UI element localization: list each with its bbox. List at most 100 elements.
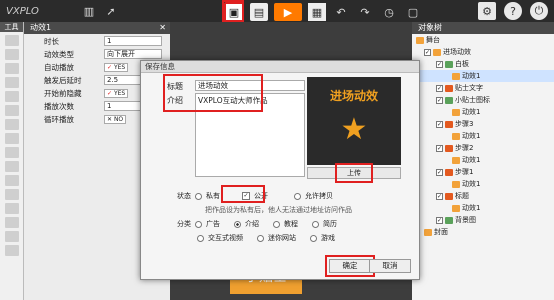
category-radio[interactable]: [234, 220, 241, 228]
image-icon: [445, 96, 453, 104]
tree-node[interactable]: 舞台: [412, 34, 554, 46]
app-logo: VXPLO: [6, 5, 39, 17]
category-row-1: 分类 广告 介绍 教程 简历: [177, 220, 337, 228]
dialog-title: 保存信息: [141, 61, 419, 73]
category-row-2: 交互式视频 迷你网站 游戏: [197, 233, 335, 243]
hide-before-toggle[interactable]: ✓ YES: [104, 88, 129, 98]
cover-preview: 进场动效 ★: [307, 77, 401, 165]
allow-copy-radio[interactable]: [294, 192, 301, 200]
tree-node[interactable]: 动效1: [412, 154, 554, 166]
tree-node[interactable]: 动效1: [412, 178, 554, 190]
top-toolbar: VXPLO ▥ ➚ ▣ ▤ ▶ ▦ ↶ ↷ ◷ ▢ ⚙ ? ⏻: [0, 0, 554, 22]
prop-row-duration: 时长 1: [24, 35, 170, 47]
category-radio[interactable]: [312, 220, 319, 228]
folder-icon: [416, 36, 424, 44]
category-radio[interactable]: [257, 234, 264, 242]
shape-tool-icon[interactable]: [4, 63, 19, 74]
tree-node[interactable]: ✓ 步骤1: [412, 166, 554, 178]
camera-tool-icon[interactable]: [4, 203, 19, 214]
image-tool-icon[interactable]: [4, 49, 19, 60]
category-radio[interactable]: [310, 234, 317, 242]
grab-tool-icon[interactable]: [4, 245, 19, 256]
grid-tool-icon[interactable]: [4, 147, 19, 158]
text-icon: [445, 192, 453, 200]
checkbox-icon[interactable]: ✓: [436, 84, 443, 92]
tree-node[interactable]: 动效1: [412, 106, 554, 118]
tree-node[interactable]: 动效1: [412, 130, 554, 142]
layer-tool-icon[interactable]: [4, 189, 19, 200]
tree-node[interactable]: ✓ 进场动效: [412, 46, 554, 58]
settings-icon[interactable]: ⚙: [478, 2, 496, 20]
link-tool-icon[interactable]: [4, 119, 19, 130]
tree-node[interactable]: ✓ 步骤2: [412, 142, 554, 154]
duration-input[interactable]: 1: [104, 36, 162, 46]
tools-panel: 工具: [0, 22, 24, 300]
chart-tool-icon[interactable]: [4, 161, 19, 172]
tree-node[interactable]: ✓ 步骤3: [412, 118, 554, 130]
highlight-box: [325, 255, 375, 277]
history-icon[interactable]: ◷: [380, 3, 398, 21]
help-icon[interactable]: ?: [504, 2, 522, 20]
category-radio[interactable]: [197, 234, 204, 242]
checkbox-icon[interactable]: ✓: [436, 168, 443, 176]
properties-panel-header: 动效1 ✕: [24, 22, 170, 34]
text-tool-icon[interactable]: [4, 35, 19, 46]
text-icon: [445, 144, 453, 152]
category-radio[interactable]: [195, 220, 202, 228]
effect-type-select[interactable]: 向下展开: [104, 49, 162, 59]
undo-icon[interactable]: ↶: [332, 3, 350, 21]
effect-icon: [452, 72, 460, 80]
private-radio[interactable]: [195, 192, 202, 200]
tree-node[interactable]: ✓ 背景图: [412, 214, 554, 226]
image-icon: [445, 216, 453, 224]
effect-icon: [452, 132, 460, 140]
object-tree-title: 对象树: [412, 22, 554, 34]
audio-tool-icon[interactable]: [4, 91, 19, 102]
status-note: 把作品设为私有后，他人无法通过地址访问作品: [205, 206, 352, 214]
checkbox-icon[interactable]: ✓: [436, 96, 443, 104]
category-radio[interactable]: [273, 220, 280, 228]
image-icon: [445, 60, 453, 68]
tree-node[interactable]: ✓ 贴士文字: [412, 82, 554, 94]
checkbox-icon[interactable]: ✓: [436, 60, 443, 68]
properties-panel-title: 动效1: [30, 23, 52, 32]
checkbox-icon[interactable]: ✓: [436, 216, 443, 224]
effect-icon: [452, 108, 460, 116]
autoplay-toggle[interactable]: ✓ YES: [104, 62, 129, 72]
checkbox-icon[interactable]: ✓: [436, 144, 443, 152]
tree-node[interactable]: 封面: [412, 226, 554, 238]
book-icon[interactable]: ▥: [80, 2, 98, 20]
close-icon[interactable]: ✕: [159, 22, 170, 34]
loop-toggle[interactable]: ✕ NO: [104, 114, 127, 124]
text-icon: [445, 168, 453, 176]
redo-icon[interactable]: ↷: [356, 3, 374, 21]
checkbox-icon[interactable]: ✓: [424, 48, 431, 56]
screenshot-icon[interactable]: ▢: [404, 3, 422, 21]
qrcode-icon[interactable]: ▦: [308, 3, 326, 21]
tree-node-selected[interactable]: 动效1: [412, 70, 554, 82]
rocket-icon[interactable]: ➚: [102, 2, 120, 20]
checkbox-icon[interactable]: ✓: [436, 120, 443, 128]
save-as-icon[interactable]: ▤: [250, 3, 268, 21]
prop-row-effect-type: 动效类型 向下展开: [24, 48, 170, 60]
tree-node[interactable]: ✓ 标题: [412, 190, 554, 202]
object-tree-panel: 对象树 舞台 ✓ 进场动效 ✓ 白板 动效1 ✓ 贴士文字 ✓ 小贴士图标 动效1 ✓ 步…: [412, 22, 554, 300]
bracket-tool-icon[interactable]: [4, 231, 19, 242]
checkbox-icon[interactable]: ✓: [436, 192, 443, 200]
cancel-button[interactable]: 取消: [369, 259, 411, 273]
play-icon[interactable]: ▶: [274, 3, 302, 21]
power-icon[interactable]: ⏻: [530, 2, 548, 20]
tree-node[interactable]: ✓ 小贴士图标: [412, 94, 554, 106]
star-icon: ★: [340, 112, 368, 147]
folder-icon: [433, 48, 441, 56]
text-icon: [445, 120, 453, 128]
folder-tool-icon[interactable]: [4, 175, 19, 186]
video-tool-icon[interactable]: [4, 105, 19, 116]
effect-icon: [452, 156, 460, 164]
tree-node[interactable]: 动效1: [412, 202, 554, 214]
vr-tool-icon[interactable]: [4, 217, 19, 228]
tree-node[interactable]: ✓ 白板: [412, 58, 554, 70]
highlight-box: [221, 185, 265, 203]
button-tool-icon[interactable]: [4, 77, 19, 88]
pen-tool-icon[interactable]: [4, 133, 19, 144]
